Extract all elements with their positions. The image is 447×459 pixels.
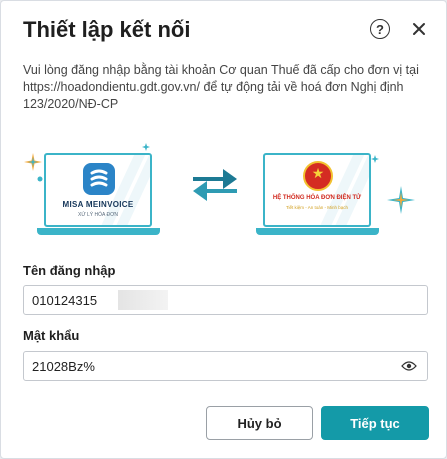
misa-logo-name: MISA MEINVOICE xyxy=(62,200,134,209)
redacted-area xyxy=(118,290,168,310)
national-emblem-icon: ★ xyxy=(303,161,333,191)
misa-logo-subtitle: XỬ LÝ HÓA ĐƠN xyxy=(78,212,118,218)
close-icon[interactable] xyxy=(409,19,429,39)
sparkle-icon xyxy=(142,143,150,151)
password-value: 21028Bz% xyxy=(32,359,95,374)
sync-arrows-icon xyxy=(193,169,237,201)
username-label: Tên đăng nhập xyxy=(23,263,116,278)
dialog-description: Vui lòng đăng nhập bằng tài khoản Cơ qua… xyxy=(23,62,423,113)
misa-logo-icon xyxy=(83,163,115,195)
e-invoice-system-slogan: Tiết kiệm - An toàn - Minh bạch xyxy=(285,205,349,210)
eye-icon[interactable] xyxy=(401,360,417,372)
misa-laptop-base xyxy=(37,228,160,235)
misa-laptop-screen: MISA MEINVOICE XỬ LÝ HÓA ĐƠN xyxy=(44,153,152,227)
connection-setup-dialog: Thiết lập kết nối ? Vui lòng đăng nhập b… xyxy=(0,0,447,459)
dialog-title: Thiết lập kết nối xyxy=(23,17,191,42)
password-field[interactable]: 21028Bz% xyxy=(23,351,428,381)
sparkle-icon xyxy=(371,155,379,163)
password-label: Mật khẩu xyxy=(23,328,80,343)
username-value: 010124315 xyxy=(32,293,98,308)
tax-authority-laptop-screen: ★ HỆ THỐNG HÓA ĐƠN ĐIỆN TỬ Tiết kiệm - A… xyxy=(263,153,371,227)
question-circle-icon[interactable]: ? xyxy=(370,19,390,39)
continue-button[interactable]: Tiếp tục xyxy=(321,406,429,440)
dot-icon xyxy=(37,176,43,182)
connection-illustration: MISA MEINVOICE XỬ LÝ HÓA ĐƠN ★ HỆ THỐNG … xyxy=(1,141,447,251)
description-text-1: Vui lòng đăng nhập bằng tài khoản Cơ qua… xyxy=(23,63,419,77)
cancel-button[interactable]: Hủy bỏ xyxy=(206,406,313,440)
e-invoice-system-name: HỆ THỐNG HÓA ĐƠN ĐIỆN TỬ xyxy=(272,195,362,201)
sparkle-icon xyxy=(24,153,42,171)
username-field[interactable]: 010124315 xyxy=(23,285,428,315)
tax-authority-laptop-base xyxy=(256,228,379,235)
tax-portal-link[interactable]: https://hoadondientu.gdt.gov.vn/ xyxy=(23,80,200,94)
sparkle-icon xyxy=(387,186,415,214)
